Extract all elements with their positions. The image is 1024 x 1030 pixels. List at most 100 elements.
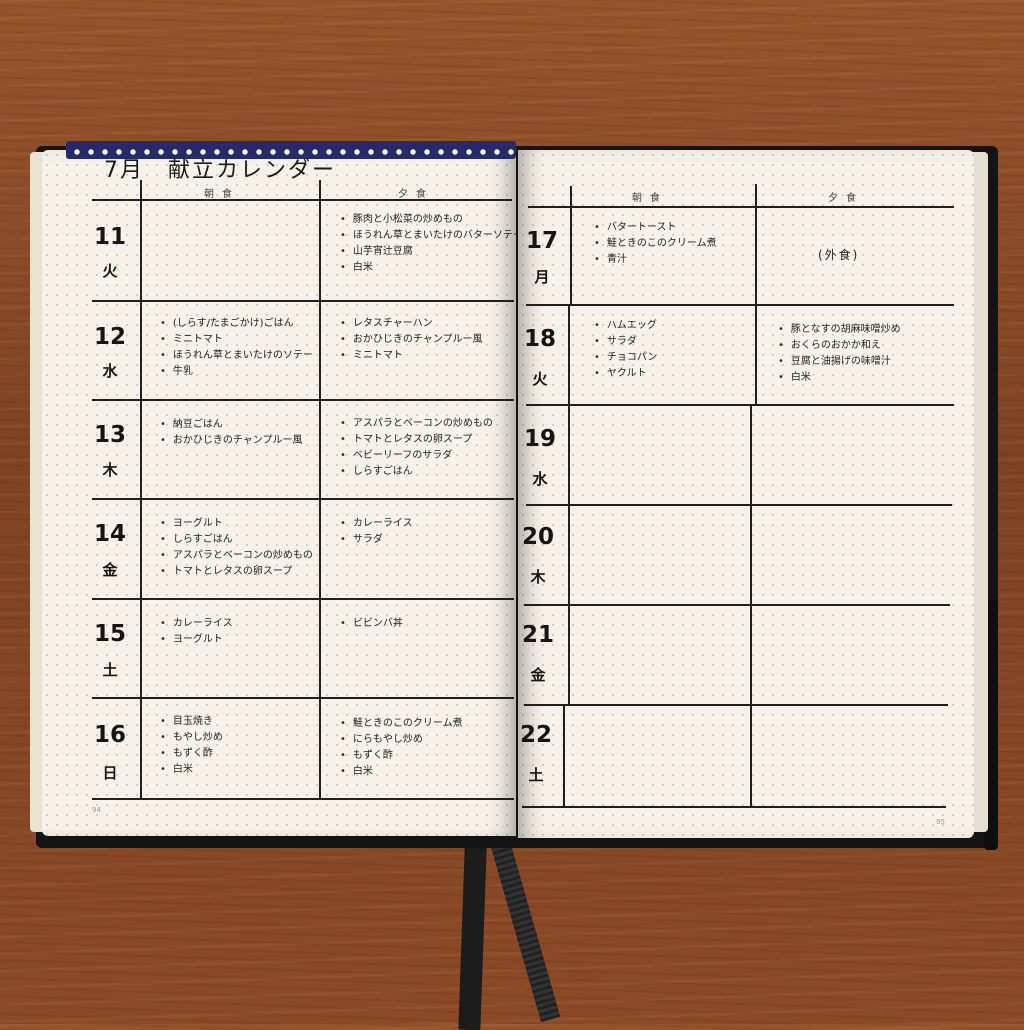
- meal-item: ベビーリーフのサラダ: [340, 448, 493, 464]
- day-number: 16: [93, 722, 126, 748]
- day-of-week: 土: [528, 766, 544, 784]
- meal-item: カレーライス: [160, 616, 233, 632]
- meal-item: もずく酢: [160, 746, 223, 762]
- day-of-week: 金: [530, 666, 546, 684]
- grid-line: [92, 199, 512, 201]
- grid-line: [524, 704, 948, 706]
- breakfast-list: カレーライスヨーグルト: [160, 616, 233, 648]
- meal-item: しらすごはん: [160, 532, 313, 548]
- day-number: 14: [93, 521, 126, 547]
- meal-item: ミニトマト: [340, 348, 483, 364]
- grid-line: [92, 498, 514, 500]
- meal-item: 豚肉と小松菜の炒めもの: [340, 212, 523, 228]
- grid-line: [750, 404, 752, 808]
- meal-item: トマトとレタスの卵スープ: [340, 432, 493, 448]
- page-title: 7月 献立カレンダー: [104, 158, 336, 183]
- day-of-week: 火: [532, 370, 548, 388]
- day-number: 19: [523, 426, 556, 452]
- dinner-note: (外食): [818, 248, 860, 262]
- meal-item: ほうれん草とまいたけのバターソテー: [340, 228, 523, 244]
- grid-line: [319, 180, 321, 800]
- grid-line: [140, 180, 142, 798]
- page-number: 94: [92, 806, 101, 814]
- dinner-list: レタスチャーハンおかひじきのチャンプルー風ミニトマト: [340, 316, 483, 364]
- dinner-list: ビビンバ丼: [340, 616, 403, 632]
- breakfast-list: 納豆ごはんおかひじきのチャンプルー風: [160, 417, 303, 449]
- bookmark-ribbon: [458, 819, 488, 1030]
- dinner-list: 豚肉と小松菜の炒めものほうれん草とまいたけのバターソテー山芋宵辻豆腐白米: [340, 212, 523, 276]
- grid-line: [522, 806, 946, 808]
- photo-scene: 7月 献立カレンダー 朝食 夕食 11 火 豚肉と小松菜の炒めものほうれん草とま…: [0, 0, 1024, 1030]
- meal-item: 白米: [778, 370, 901, 386]
- day-number: 15: [93, 621, 126, 647]
- meal-item: ヤクルト: [594, 366, 657, 382]
- day-of-week: 木: [530, 568, 546, 586]
- meal-item: 白米: [340, 260, 523, 276]
- grid-line: [526, 304, 954, 306]
- meal-item: ヨーグルト: [160, 516, 313, 532]
- day-number: 21: [521, 622, 554, 648]
- meal-item: トマトとレタスの卵スープ: [160, 564, 313, 580]
- breakfast-list: (しらす/たまごかけ)ごはんミニトマトほうれん草とまいたけのソテー牛乳: [160, 316, 313, 380]
- meal-item: 目玉焼き: [160, 714, 223, 730]
- meal-item: ビビンバ丼: [340, 616, 403, 632]
- grid-line: [526, 504, 952, 506]
- day-of-week: 土: [102, 661, 118, 679]
- dinner-list: カレーライスサラダ: [340, 516, 413, 548]
- meal-item: 豆腐と油揚げの味噌汁: [778, 354, 901, 370]
- grid-line: [528, 206, 954, 208]
- meal-item: チョコパン: [594, 350, 658, 366]
- bookmark-ribbon: [486, 824, 561, 1023]
- day-number: 11: [93, 224, 126, 250]
- day-of-week: 水: [102, 362, 118, 380]
- day-number: 13: [93, 422, 126, 448]
- grid-line: [755, 184, 757, 404]
- grid-line: [92, 798, 514, 800]
- day-number: 12: [93, 324, 126, 350]
- grid-line: [92, 300, 514, 302]
- breakfast-list: 目玉焼きもやし炒めもずく酢白米: [160, 714, 223, 778]
- meal-item: サラダ: [340, 532, 413, 548]
- meal-item: おくらのおかか和え: [778, 338, 901, 354]
- meal-item: にらもやし炒め: [340, 732, 463, 748]
- meal-item: 豚となすの胡麻味噌炒め: [778, 322, 901, 338]
- dinner-header: 夕食: [398, 189, 434, 200]
- meal-item: ヨーグルト: [160, 632, 233, 648]
- meal-item: もやし炒め: [160, 730, 223, 746]
- meal-item: おかひじきのチャンプルー風: [160, 433, 303, 449]
- meal-item: ハムエッグ: [594, 318, 657, 334]
- meal-item: 納豆ごはん: [160, 417, 303, 433]
- day-number: 20: [521, 524, 554, 550]
- breakfast-header: 朝食: [632, 193, 668, 204]
- meal-item: おかひじきのチャンプルー風: [340, 332, 483, 348]
- meal-item: 鮭ときのこのクリーム煮: [340, 716, 463, 732]
- day-of-week: 月: [534, 268, 550, 286]
- day-of-week: 火: [102, 262, 118, 280]
- grid-line: [92, 697, 514, 699]
- day-of-week: 水: [532, 470, 548, 488]
- grid-line: [92, 399, 514, 401]
- right-page: [518, 150, 974, 838]
- day-number: 22: [519, 722, 552, 748]
- meal-item: ほうれん草とまいたけのソテー: [160, 348, 313, 364]
- meal-item: バタートースト: [594, 220, 717, 236]
- meal-item: (しらす/たまごかけ)ごはん: [160, 316, 313, 332]
- day-number: 17: [525, 228, 558, 254]
- meal-item: 牛乳: [160, 364, 313, 380]
- breakfast-header: 朝食: [204, 189, 240, 200]
- grid-line: [570, 186, 572, 306]
- grid-line: [92, 598, 514, 600]
- grid-line: [524, 604, 950, 606]
- grid-line: [563, 706, 565, 806]
- grid-line: [526, 404, 954, 406]
- day-of-week: 金: [102, 561, 118, 579]
- meal-item: 白米: [160, 762, 223, 778]
- dinner-header: 夕食: [828, 193, 864, 204]
- meal-item: サラダ: [594, 334, 657, 350]
- day-number: 18: [523, 326, 556, 352]
- meal-item: 鮭ときのこのクリーム煮: [594, 236, 717, 252]
- day-of-week: 日: [102, 764, 118, 782]
- page-number: 95: [936, 818, 945, 826]
- day-of-week: 木: [102, 461, 118, 479]
- meal-item: 白米: [340, 764, 463, 780]
